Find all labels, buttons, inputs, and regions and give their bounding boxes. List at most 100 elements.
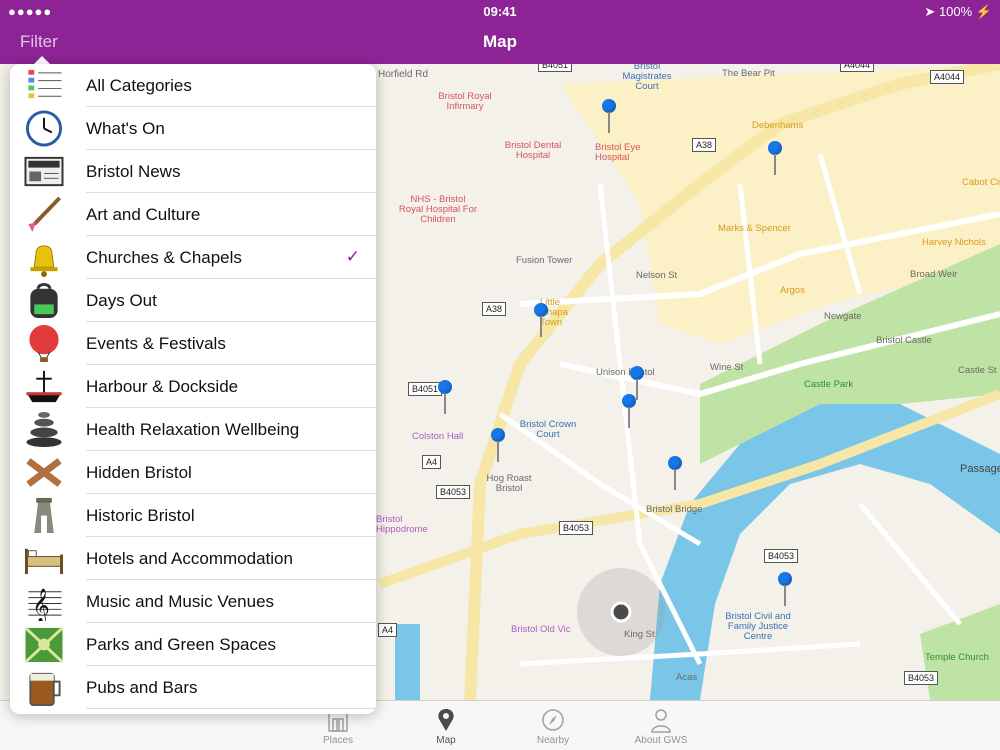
- ship-icon: [26, 370, 62, 403]
- map-label[interactable]: Bristol Castle: [876, 336, 932, 346]
- map-label[interactable]: Castle Park: [804, 380, 853, 390]
- map-label[interactable]: Bristol Old Vic: [511, 625, 570, 635]
- battery-indicator: ➤ 100% ⚡: [924, 4, 992, 19]
- map-label[interactable]: Bristol Civil and Family Justice Centre: [718, 612, 798, 642]
- category-row[interactable]: Harbour & Dockside: [10, 365, 376, 408]
- map-label[interactable]: Bristol Bridge: [646, 505, 703, 515]
- map-label[interactable]: Bristol Magistrates Court: [612, 64, 682, 92]
- list-icon: [28, 69, 62, 99]
- map-label[interactable]: Acas: [676, 673, 697, 683]
- map-label[interactable]: NHS - Bristol Royal Hospital For Childre…: [398, 195, 478, 225]
- road-sign: B4053: [904, 671, 939, 685]
- category-label: Bristol News: [86, 162, 181, 181]
- map-pin[interactable]: [668, 456, 682, 490]
- navigation-bar: ●●●●● 09:41 ➤ 100% ⚡ Filter Map: [0, 0, 1000, 64]
- map-label[interactable]: Bristol Hippodrome: [376, 515, 428, 535]
- category-row[interactable]: 𝄞 Music and Music Venues: [10, 580, 376, 623]
- map-label[interactable]: Debenhams: [752, 121, 803, 131]
- map-label[interactable]: Bristol Royal Infirmary: [430, 92, 500, 112]
- map-pin[interactable]: [768, 141, 782, 175]
- park-icon: [24, 626, 64, 664]
- status-bar: ●●●●● 09:41 ➤ 100% ⚡: [0, 0, 1000, 22]
- map-pin[interactable]: [778, 572, 792, 606]
- category-row[interactable]: Days Out: [10, 279, 376, 322]
- road-sign: A4: [422, 455, 442, 469]
- map-label[interactable]: Bristol Eye Hospital: [595, 143, 655, 163]
- category-row[interactable]: Parks and Green Spaces: [10, 623, 376, 666]
- map-label[interactable]: The Bear Pit: [722, 69, 775, 79]
- tab-nearby[interactable]: Nearby: [508, 701, 598, 750]
- category-row[interactable]: Pubs and Bars: [10, 666, 376, 709]
- crossed-sticks-icon: [26, 458, 62, 487]
- tab-label: About GWS: [634, 735, 688, 746]
- street-label: Wine St: [710, 362, 744, 373]
- map-label[interactable]: Hog Roast Bristol: [484, 474, 534, 494]
- category-label: Hidden Bristol: [86, 463, 192, 482]
- road-sign: A38: [482, 302, 507, 316]
- category-label: Pubs and Bars: [86, 678, 198, 697]
- filter-popover: All Categories What's On Bristol News Art a…: [10, 64, 376, 714]
- category-label: Days Out: [86, 291, 157, 310]
- category-label: Harbour & Dockside: [86, 377, 239, 396]
- category-row[interactable]: Historic Bristol: [10, 494, 376, 537]
- map-pin[interactable]: [438, 380, 452, 414]
- category-label: Parks and Green Spaces: [86, 635, 276, 654]
- backpack-icon: [30, 282, 58, 319]
- category-row[interactable]: Events & Festivals: [10, 322, 376, 365]
- bell-icon: [30, 245, 58, 277]
- map-label[interactable]: Harvey Nichols: [922, 238, 986, 248]
- category-label: Hotels and Accommodation: [86, 549, 293, 568]
- road-sign: A4: [378, 623, 398, 637]
- street-label: Broad Weir: [910, 269, 958, 280]
- map-pin-icon: [438, 709, 454, 731]
- map-label[interactable]: Colston Hall: [412, 432, 463, 442]
- map-label[interactable]: Temple Church: [925, 653, 989, 663]
- map-label[interactable]: Cabot Circus: [962, 178, 1000, 188]
- current-location-icon[interactable]: [612, 603, 630, 621]
- map-label[interactable]: Bristol Crown Court: [516, 420, 580, 440]
- map-pin[interactable]: [534, 303, 548, 337]
- page-title: Map: [483, 32, 517, 51]
- road-sign: A4044: [930, 70, 965, 84]
- map-label[interactable]: Bristol Dental Hospital: [498, 141, 568, 161]
- map-pin[interactable]: [491, 428, 505, 462]
- road-sign: B4053: [559, 521, 594, 535]
- map-label[interactable]: Fusion Tower: [516, 256, 572, 266]
- category-row[interactable]: What's On: [10, 107, 376, 150]
- map-label[interactable]: Marks & Spencer: [718, 224, 791, 234]
- category-row[interactable]: All Categories: [10, 64, 376, 107]
- map-label[interactable]: Unison Bristol: [596, 368, 655, 378]
- person-icon: [651, 709, 671, 733]
- map-pin[interactable]: [622, 394, 636, 428]
- battery-percent: 100%: [938, 4, 973, 19]
- svg-text:𝄞: 𝄞: [32, 588, 49, 621]
- tab-about[interactable]: About GWS: [616, 701, 706, 750]
- category-label: Events & Festivals: [86, 334, 226, 353]
- road-sign: B4053: [436, 485, 471, 499]
- road-sign: A4044: [840, 64, 875, 72]
- treble-clef-icon: 𝄞: [28, 588, 62, 621]
- category-row[interactable]: Bristol News: [10, 150, 376, 193]
- map-label[interactable]: Argos: [780, 286, 805, 296]
- road-sign: B4051: [538, 64, 573, 72]
- tab-label: Places: [322, 735, 353, 746]
- category-row[interactable]: Art and Culture: [10, 193, 376, 236]
- status-time: 09:41: [483, 4, 517, 19]
- street-label: Passage: [960, 463, 1000, 475]
- category-label: Churches & Chapels: [86, 248, 242, 267]
- category-row[interactable]: Hidden Bristol: [10, 451, 376, 494]
- tab-map[interactable]: Map: [401, 701, 491, 750]
- category-row[interactable]: Health Relaxation Wellbeing: [10, 408, 376, 451]
- tab-label: Map: [436, 735, 456, 746]
- map-pin[interactable]: [602, 99, 616, 133]
- street-label: Nelson St: [636, 270, 678, 281]
- category-label: Health Relaxation Wellbeing: [86, 420, 300, 439]
- balloon-icon: [29, 324, 59, 363]
- category-row[interactable]: Hotels and Accommodation: [10, 537, 376, 580]
- stones-icon: [26, 411, 62, 448]
- category-label: What's On: [86, 119, 165, 138]
- newspaper-icon: [24, 156, 64, 187]
- category-row[interactable]: Churches & Chapels ✓: [10, 236, 376, 279]
- clock-icon: [25, 110, 63, 147]
- tab-label: Nearby: [536, 735, 570, 746]
